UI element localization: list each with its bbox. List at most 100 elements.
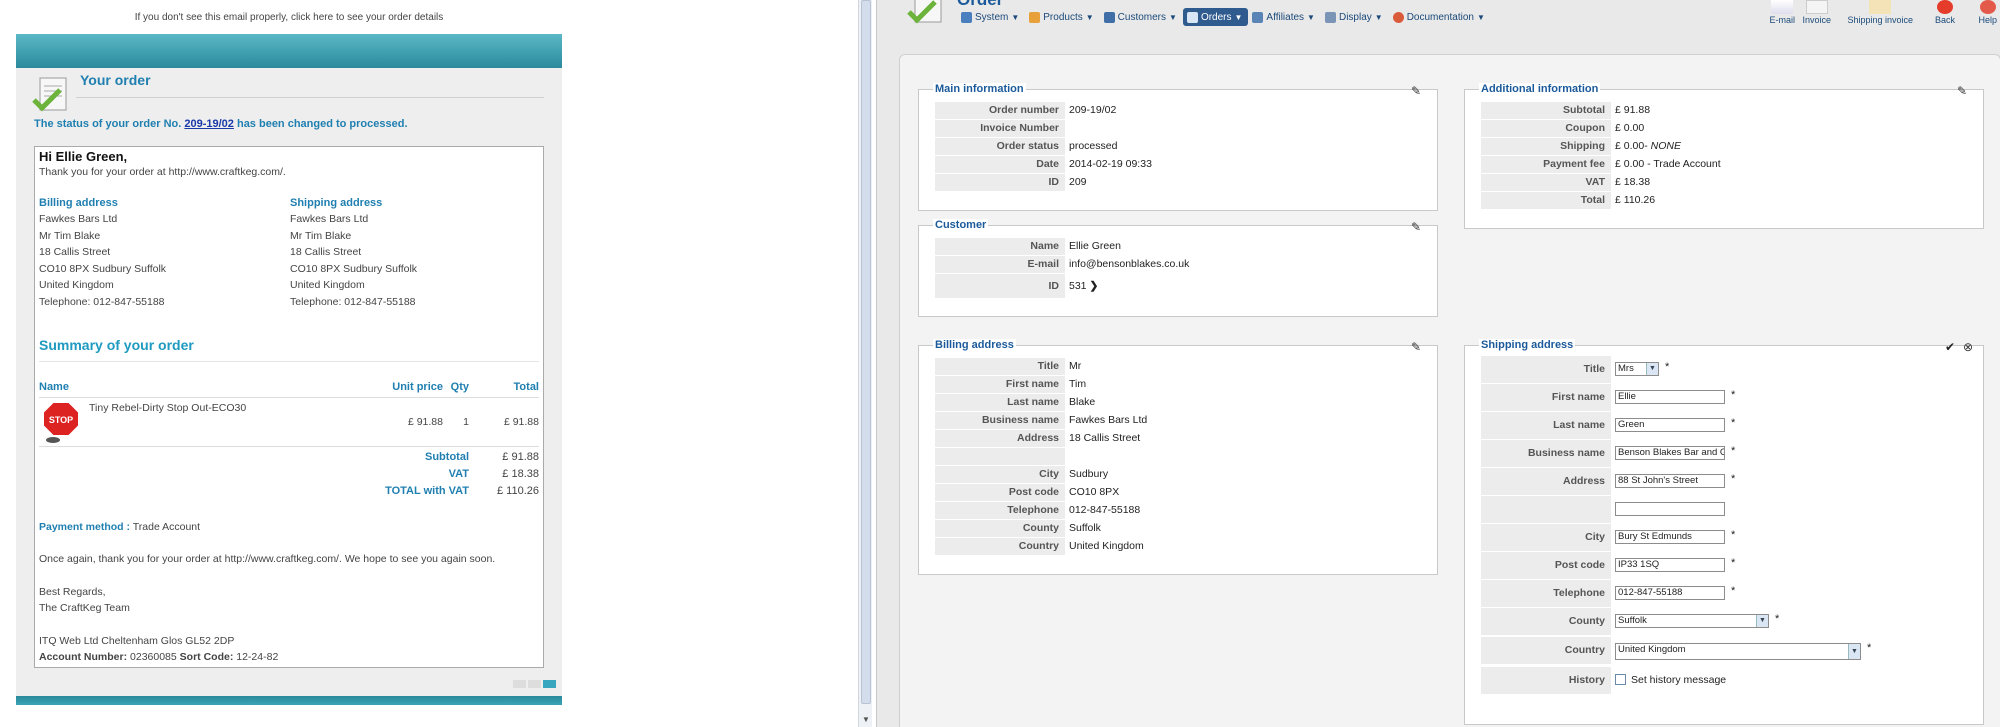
county-select[interactable]: Suffolk ▼ [1615, 614, 1769, 628]
nav-affiliates[interactable]: Affiliates ▼ [1248, 8, 1321, 26]
info-row: Total £ 110.26 [1481, 192, 1981, 209]
info-value: Tim [1069, 378, 1087, 390]
field-row: Telephone 012-847-55188 * [1481, 580, 1881, 607]
email-header-banner [16, 34, 562, 68]
scroll-down-arrow[interactable]: ▼ [861, 715, 871, 725]
payment-value: Trade Account [132, 521, 201, 533]
col-total: Total [513, 381, 539, 393]
required-mark: * [1867, 642, 1872, 654]
nav-products[interactable]: Products ▼ [1025, 8, 1099, 26]
people-icon [1252, 11, 1264, 23]
business-name-input[interactable]: Benson Blakes Bar and G [1615, 446, 1725, 460]
view-online-link[interactable]: If you don't see this email properly, cl… [16, 12, 562, 23]
nav-documentation[interactable]: Documentation ▼ [1389, 8, 1491, 26]
email-button[interactable]: E-mail [1769, 0, 1795, 25]
summary-title: Summary of your order [39, 337, 194, 353]
pencil-icon[interactable]: ✎ [1411, 340, 1421, 354]
invoice-button[interactable]: Invoice [1802, 0, 1831, 25]
nav-orders[interactable]: Orders ▼ [1182, 8, 1249, 26]
pencil-icon[interactable]: ✎ [1411, 84, 1421, 98]
thanks-text: Thank you for your order at http://www.c… [39, 166, 286, 178]
shipping-invoice-button[interactable]: Shipping invoice [1847, 0, 1913, 25]
info-row: Shipping £ 0.00- NONE [1481, 138, 1981, 155]
screenshot: If you don't see this email properly, cl… [0, 0, 2000, 727]
field-row: City Bury St Edmunds * [1481, 524, 1881, 551]
chevron-down-icon: ▼ [1476, 12, 1485, 22]
section-legend: Shipping address [1479, 339, 1576, 351]
field-row: History Set history message [1481, 667, 1881, 694]
summary-divider [39, 361, 539, 362]
history-checkbox[interactable] [1615, 674, 1626, 685]
billing-line: Telephone: 012-847-55188 [39, 295, 165, 308]
pencil-icon[interactable]: ✎ [1957, 84, 1967, 98]
info-row: Address 18 Callis Street [935, 430, 1435, 447]
pager-dot[interactable] [528, 680, 541, 688]
nav-customers[interactable]: Customers ▼ [1100, 8, 1183, 26]
info-label: Telephone [935, 502, 1065, 519]
field-row: Address 88 St John's Street * [1481, 468, 1881, 495]
field-row: Country United Kingdom ▼ * [1481, 637, 1881, 664]
arrow-right-icon[interactable]: ❯ [1089, 280, 1098, 292]
cancel-icon[interactable]: ⊗ [1963, 340, 1973, 354]
first-name-input[interactable]: Ellie [1615, 390, 1725, 404]
vertical-scrollbar[interactable]: ▼ [858, 0, 872, 727]
nav-display[interactable]: Display ▼ [1321, 8, 1389, 26]
address-input[interactable]: 88 St John's Street [1615, 474, 1725, 488]
info-label: Payment fee [1481, 156, 1611, 173]
info-row: Name Ellie Green [935, 238, 1435, 255]
greeting: Hi Ellie Green, [39, 149, 128, 164]
field-row: County Suffolk ▼ * [1481, 608, 1881, 635]
account-value: 02360085 [130, 651, 177, 663]
email-icon [1771, 0, 1794, 14]
nav-label: Documentation [1406, 11, 1474, 23]
sort-value: 12-24-82 [236, 651, 279, 663]
col-qty: Qty [450, 381, 469, 393]
info-row: City Sudbury [935, 466, 1435, 483]
title-select[interactable]: Mrs ▼ [1615, 362, 1659, 376]
country-select[interactable]: United Kingdom ▼ [1615, 643, 1861, 660]
chevron-down-icon: ▼ [1756, 615, 1768, 627]
nav-label: Affiliates [1266, 11, 1305, 23]
info-label: Title [935, 358, 1065, 375]
back-button[interactable]: Back [1935, 0, 1955, 25]
main-information-section: Main information ✎ Order number 209-19/02… [918, 83, 1438, 211]
info-value[interactable]: info@bensonblakes.co.uk [1069, 256, 1189, 273]
checkmark-icon[interactable]: ✔ [1945, 340, 1955, 354]
shipping-method: NONE [1650, 140, 1681, 152]
billing-line: United Kingdom [39, 279, 114, 291]
city-input[interactable]: Bury St Edmunds [1615, 530, 1725, 544]
billing-address-section: Billing address ✎ Title Mr First name Tim … [918, 339, 1438, 575]
shipping-line: 18 Callis Street [290, 246, 362, 258]
field-row: First name Ellie * [1481, 384, 1881, 411]
info-label [935, 448, 1065, 465]
info-row: Invoice Number [935, 120, 1435, 137]
back-button-label: Back [1934, 15, 1955, 25]
info-row: Post code CO10 8PX [935, 484, 1435, 501]
field-label: Business name [1481, 440, 1611, 467]
scrollbar-thumb[interactable] [861, 0, 871, 704]
info-value: 18 Callis Street [1069, 432, 1141, 444]
info-row: VAT £ 18.38 [1481, 174, 1981, 191]
history-checkbox-label[interactable]: Set history message [1631, 667, 1726, 694]
field-label: County [1481, 608, 1611, 635]
pencil-icon[interactable]: ✎ [1411, 220, 1421, 234]
title-select-value: Mrs [1618, 363, 1634, 374]
nav-system[interactable]: System ▼ [957, 8, 1025, 26]
pager-dot[interactable] [513, 680, 526, 688]
address-line2-input[interactable] [1615, 502, 1725, 516]
info-row: Subtotal £ 91.88 [1481, 102, 1981, 119]
last-name-input[interactable]: Green [1615, 418, 1725, 432]
info-value: United Kingdom [1069, 540, 1144, 552]
order-number-link[interactable]: 209-19/02 [184, 118, 234, 130]
info-value: Sudbury [1069, 468, 1109, 480]
telephone-input[interactable]: 012-847-55188 [1615, 586, 1725, 600]
help-button[interactable]: Help [1978, 0, 1997, 25]
shipping-line: Telephone: 012-847-55188 [290, 295, 416, 308]
chevron-down-icon: ▼ [1169, 12, 1177, 22]
required-mark: * [1665, 361, 1670, 373]
post-code-input[interactable]: IP33 1SQ [1615, 558, 1725, 572]
pager-dot-active[interactable] [543, 680, 556, 688]
info-value[interactable]: 531 ❯ [1069, 274, 1098, 298]
country-select-value: United Kingdom [1618, 644, 1686, 655]
lifebuoy-icon [1392, 11, 1404, 23]
